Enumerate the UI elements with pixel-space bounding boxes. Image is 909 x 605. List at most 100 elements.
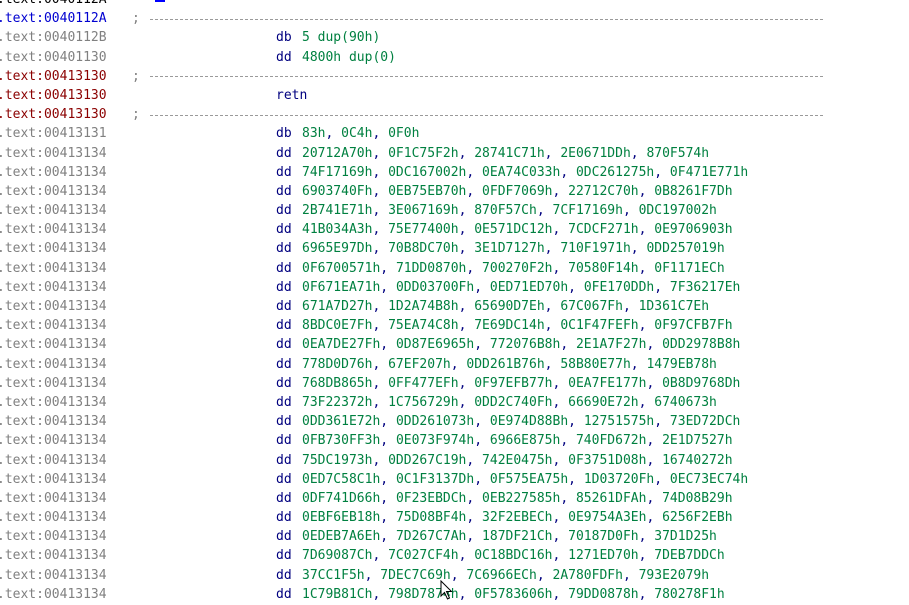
instruction-operands[interactable]: 0EBF6EB18h, 75D08BF4h, 32F2EBECh, 0E9754…: [302, 508, 733, 527]
operand-value[interactable]: 0C18BDC16h: [474, 548, 552, 563]
listing-line[interactable]: .text:00413134 dd 74F17169h, 0DC167002h, 0…: [0, 163, 909, 182]
operand-value[interactable]: 7D267C7Ah: [396, 529, 466, 544]
operand-value[interactable]: 0EBF6EB18h: [302, 510, 380, 525]
line-address[interactable]: .text:00413134: [0, 239, 107, 258]
line-address[interactable]: .text:00413134: [0, 220, 107, 239]
instruction-mnemonic[interactable]: dd: [276, 297, 292, 316]
instruction-operands[interactable]: 73F22372h, 1C756729h, 0DD2C740Fh, 66690E…: [302, 393, 717, 412]
instruction-mnemonic[interactable]: dd: [276, 220, 292, 239]
operand-value[interactable]: 73F22372h: [302, 395, 372, 410]
line-address[interactable]: .text:00413134: [0, 470, 107, 489]
operand-value[interactable]: 0DD03700Fh: [396, 280, 474, 295]
listing-line[interactable]: .text:0040112B db 5 dup(90h): [0, 28, 909, 47]
operand-value[interactable]: 41B034A3h: [302, 222, 372, 237]
disassembly-listing[interactable]: .text:0040112A.text:0040112A;.text:00401…: [0, 0, 909, 604]
line-address[interactable]: .text:00413134: [0, 431, 107, 450]
operand-value[interactable]: 66690E72h: [568, 395, 638, 410]
operand-value[interactable]: 0FB730FF3h: [302, 433, 380, 448]
instruction-mnemonic[interactable]: dd: [276, 278, 292, 297]
operand-value[interactable]: 0DF741D66h: [302, 491, 380, 506]
operand-value[interactable]: 780278F1h: [654, 587, 724, 602]
operand-value[interactable]: 0F3751D08h: [568, 453, 646, 468]
operand-value[interactable]: 742E0475h: [482, 453, 552, 468]
operand-value[interactable]: 6903740Fh: [302, 184, 372, 199]
line-address[interactable]: .text:00413130: [0, 86, 107, 105]
instruction-mnemonic[interactable]: dd: [276, 374, 292, 393]
operand-value[interactable]: 32F2EBECh: [482, 510, 552, 525]
operand-value[interactable]: 7CF17169h: [553, 203, 623, 218]
operand-value[interactable]: 0DD257019h: [646, 241, 724, 256]
instruction-operands[interactable]: 41B034A3h, 75E77400h, 0E571DC12h, 7CDCF2…: [302, 220, 733, 239]
instruction-operands[interactable]: 0FB730FF3h, 0E073F974h, 6966E875h, 740FD…: [302, 431, 733, 450]
operand-value[interactable]: 0F471E771h: [670, 165, 748, 180]
instruction-operands[interactable]: 778D0D76h, 67EF207h, 0DD261B76h, 58B80E7…: [302, 355, 717, 374]
instruction-operands[interactable]: 8BDC0E7Fh, 75EA74C8h, 7E69DC14h, 0C1F47F…: [302, 316, 733, 335]
listing-line[interactable]: .text:00413134 dd 0F6700571h, 71DD0870h, 7…: [0, 259, 909, 278]
instruction-mnemonic[interactable]: dd: [276, 451, 292, 470]
instruction-operands[interactable]: 768DB865h, 0FF477EFh, 0F97EFB77h, 0EA7FE…: [302, 374, 740, 393]
operand-value[interactable]: 70187D0Fh: [568, 529, 638, 544]
listing-line[interactable]: .text:00413134 dd 0FB730FF3h, 0E073F974h, …: [0, 431, 909, 450]
operand-value[interactable]: 75D08BF4h: [396, 510, 466, 525]
line-address[interactable]: .text:00413134: [0, 546, 107, 565]
operand-value[interactable]: 3E067169h: [388, 203, 458, 218]
operand-value[interactable]: 187DF21Ch: [482, 529, 552, 544]
operand-value[interactable]: 12751575h: [584, 414, 654, 429]
operand-value[interactable]: 0EA7DE27Fh: [302, 337, 380, 352]
listing-line[interactable]: .text:00401130 dd 4800h dup(0): [0, 48, 909, 67]
operand-value[interactable]: 0DD261073h: [396, 414, 474, 429]
operand-value[interactable]: 20712A70h: [302, 146, 372, 161]
operand-value[interactable]: 0EB227585h: [482, 491, 560, 506]
line-address[interactable]: .text:00413134: [0, 566, 107, 585]
instruction-mnemonic[interactable]: dd: [276, 489, 292, 508]
operand-value[interactable]: 0E974D88Bh: [490, 414, 568, 429]
instruction-mnemonic[interactable]: db: [276, 28, 292, 47]
instruction-operands[interactable]: 83h, 0C4h, 0F0h: [302, 124, 419, 143]
operand-value[interactable]: 28741C71h: [474, 146, 544, 161]
instruction-mnemonic[interactable]: dd: [276, 316, 292, 335]
operand-value[interactable]: 65690D7Eh: [474, 299, 544, 314]
operand-value[interactable]: 7E69DC14h: [474, 318, 544, 333]
listing-line[interactable]: .text:00413134 dd 41B034A3h, 75E77400h, 0E…: [0, 220, 909, 239]
line-address[interactable]: .text:00413134: [0, 259, 107, 278]
operand-value[interactable]: 0F1171ECh: [654, 261, 724, 276]
instruction-operands[interactable]: 75DC1973h, 0DD267C19h, 742E0475h, 0F3751…: [302, 451, 733, 470]
listing-line[interactable]: .text:00413134 dd 6903740Fh, 0EB75EB70h, 0…: [0, 182, 909, 201]
operand-value[interactable]: 6965E97Dh: [302, 241, 372, 256]
line-address[interactable]: .text:0040112A: [0, 9, 107, 28]
listing-line[interactable]: .text:00413134 dd 0F671EA71h, 0DD03700Fh, …: [0, 278, 909, 297]
operand-value[interactable]: 0EDEB7A6Eh: [302, 529, 380, 544]
operand-value[interactable]: 6966E875h: [490, 433, 560, 448]
operand-value[interactable]: 2B741E71h: [302, 203, 372, 218]
instruction-mnemonic[interactable]: dd: [276, 393, 292, 412]
line-address[interactable]: .text:00413134: [0, 489, 107, 508]
operand-value[interactable]: 0F5783606h: [474, 587, 552, 602]
operand-value[interactable]: 0DD2C740Fh: [474, 395, 552, 410]
operand-value[interactable]: 0ED7C58C1h: [302, 472, 380, 487]
instruction-operands[interactable]: 5 dup(90h): [302, 28, 380, 47]
line-address[interactable]: .text:00413134: [0, 527, 107, 546]
operand-value[interactable]: 7CDCF271h: [568, 222, 638, 237]
instruction-operands[interactable]: 6903740Fh, 0EB75EB70h, 0FDF7069h, 22712C…: [302, 182, 733, 201]
operand-value[interactable]: 71DD0870h: [396, 261, 466, 276]
operand-value[interactable]: 0EC73EC74h: [670, 472, 748, 487]
operand-value[interactable]: 1C79B81Ch: [302, 587, 372, 602]
instruction-mnemonic[interactable]: dd: [276, 546, 292, 565]
listing-line[interactable]: .text:00413134 dd 8BDC0E7Fh, 75EA74C8h, 7E…: [0, 316, 909, 335]
operand-value[interactable]: 0F0h: [388, 126, 419, 141]
instruction-operands[interactable]: 0EDEB7A6Eh, 7D267C7Ah, 187DF21Ch, 70187D…: [302, 527, 717, 546]
operand-value[interactable]: 793E2079h: [639, 568, 709, 583]
operand-value[interactable]: 772076B8h: [490, 337, 560, 352]
line-address[interactable]: .text:00413134: [0, 412, 107, 431]
instruction-mnemonic[interactable]: dd: [276, 470, 292, 489]
operand-value[interactable]: 0B8261F7Dh: [654, 184, 732, 199]
operand-value[interactable]: 16740272h: [662, 453, 732, 468]
line-address[interactable]: .text:00413134: [0, 335, 107, 354]
instruction-mnemonic[interactable]: dd: [276, 259, 292, 278]
instruction-operands[interactable]: 4800h dup(0): [302, 48, 396, 67]
operand-value[interactable]: 7F36217Eh: [670, 280, 740, 295]
operand-value[interactable]: 22712C70h: [568, 184, 638, 199]
operand-value[interactable]: 0DD2978B8h: [662, 337, 740, 352]
line-address[interactable]: .text:00413134: [0, 355, 107, 374]
instruction-operands[interactable]: 20712A70h, 0F1C75F2h, 28741C71h, 2E0671D…: [302, 144, 709, 163]
